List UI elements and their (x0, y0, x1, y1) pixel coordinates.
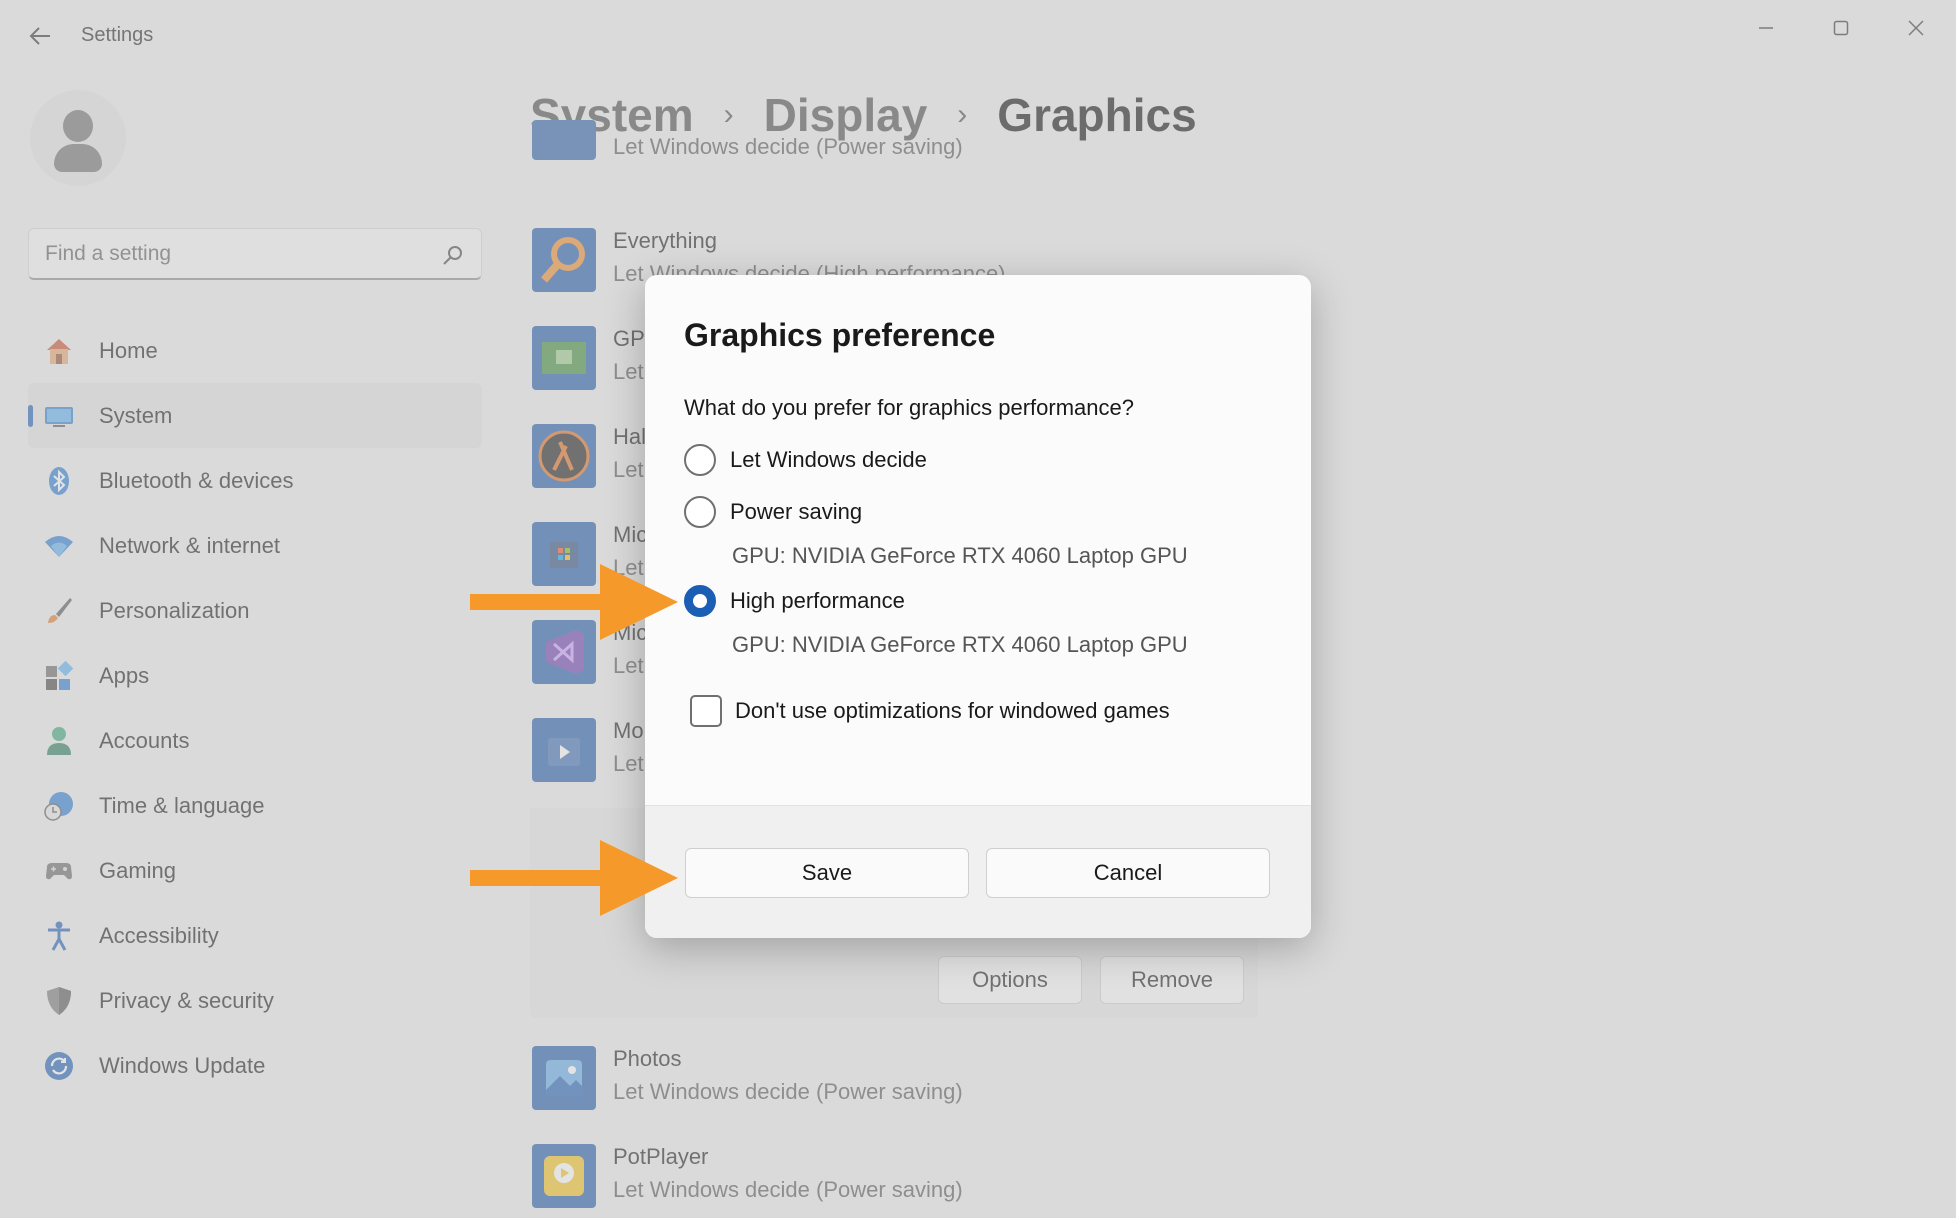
radio-label: Let Windows decide (730, 447, 927, 472)
radio-label: High performance (730, 588, 905, 613)
save-button[interactable]: Save (685, 848, 969, 898)
windowed-games-checkbox-row[interactable]: Don't use optimizations for windowed gam… (690, 694, 1170, 728)
cancel-button[interactable]: Cancel (986, 848, 1270, 898)
radio-let-windows-decide[interactable]: Let Windows decide (684, 443, 927, 477)
annotation-arrow-icon (470, 840, 678, 916)
annotation-arrow-icon (470, 564, 678, 640)
graphics-preference-dialog: Graphics preference What do you prefer f… (645, 275, 1311, 938)
radio-power-saving[interactable]: Power saving (684, 495, 862, 529)
radio-high-performance[interactable]: High performance (684, 584, 905, 618)
dialog-footer: Save Cancel (645, 805, 1311, 938)
power-saving-gpu: GPU: NVIDIA GeForce RTX 4060 Laptop GPU (732, 543, 1188, 568)
high-performance-gpu: GPU: NVIDIA GeForce RTX 4060 Laptop GPU (732, 632, 1188, 657)
checkbox-label: Don't use optimizations for windowed gam… (735, 698, 1170, 723)
dialog-question: What do you prefer for graphics performa… (684, 395, 1135, 420)
radio-button[interactable] (684, 444, 716, 476)
radio-button-selected[interactable] (684, 585, 716, 617)
radio-button[interactable] (684, 496, 716, 528)
windowed-games-checkbox[interactable] (690, 695, 722, 727)
radio-label: Power saving (730, 499, 863, 524)
dialog-title: Graphics preference (684, 317, 996, 353)
